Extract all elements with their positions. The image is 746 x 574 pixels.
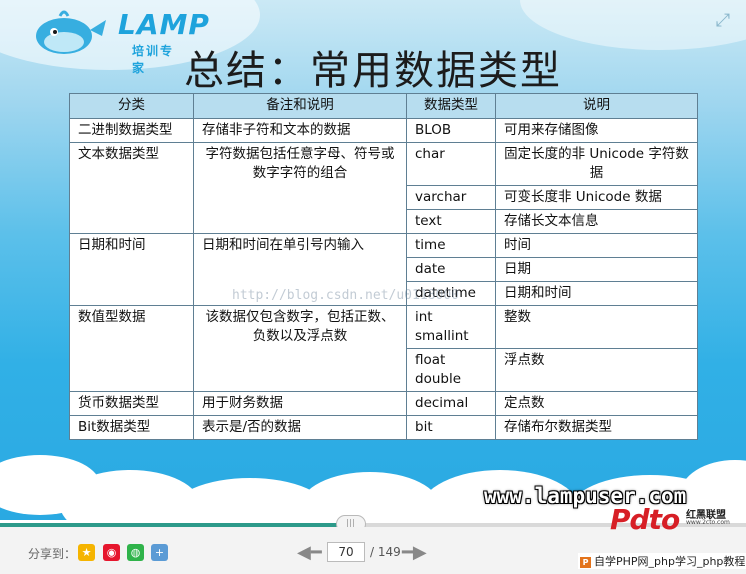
type-cell: time [406, 233, 496, 258]
column-header: 说明 [495, 93, 698, 119]
qzone-icon[interactable]: ★ [78, 544, 95, 561]
type-cell: char [406, 142, 496, 186]
type-cell: text [406, 209, 496, 234]
type-cell: varchar [406, 185, 496, 210]
desc-cell: 整数 [495, 305, 698, 349]
table-row: 货币数据类型 用于财务数据 decimal 定点数 [69, 391, 698, 416]
desc-cell: 存储布尔数据类型 [495, 415, 698, 440]
note-cell: 字符数据包括任意字母、符号或数字字符的组合 [193, 142, 407, 234]
desc-cell: 日期 [495, 257, 698, 282]
weibo-icon[interactable]: ◉ [103, 544, 120, 561]
brand-link[interactable]: P 自学PHP网_php学习_php教程 [578, 553, 746, 569]
desc-cell: 可用来存储图像 [495, 118, 698, 143]
type-cell: bit [406, 415, 496, 440]
fullscreen-icon[interactable]: ⤢ [712, 10, 734, 32]
share-label: 分享到： [28, 547, 77, 561]
desc-cell: 日期和时间 [495, 281, 698, 306]
previous-page-icon[interactable]: ◀━ [297, 542, 322, 563]
type-cell: decimal [406, 391, 496, 416]
category-cell: 文本数据类型 [69, 142, 194, 234]
type-cell: float double [406, 348, 496, 392]
php-icon: P [580, 557, 591, 568]
slide-title: 总结：常用数据类型 [184, 48, 562, 94]
next-page-icon[interactable]: ━▶ [402, 542, 427, 563]
data-types-table: 分类 备注和说明 数据类型 说明 二进制数据类型 存储非子符和文本的数据 BLO… [69, 93, 698, 440]
table-row: 二进制数据类型 存储非子符和文本的数据 BLOB 可用来存储图像 [69, 118, 698, 143]
category-cell: Bit数据类型 [69, 415, 194, 440]
cloud-decoration [300, 472, 440, 520]
category-cell: 日期和时间 [69, 233, 194, 306]
desc-cell: 时间 [495, 233, 698, 258]
table-row: 文本数据类型 字符数据包括任意字母、符号或数字字符的组合 char 固定长度的非… [69, 142, 698, 234]
brand-sub: www.2cto.com [686, 519, 730, 526]
column-header: 备注和说明 [193, 93, 407, 119]
type-cell: int smallint [406, 305, 496, 349]
column-header: 分类 [69, 93, 194, 119]
desc-cell: 浮点数 [495, 348, 698, 392]
table-header-row: 分类 备注和说明 数据类型 说明 [69, 93, 698, 119]
note-cell: 日期和时间在单引号内输入 [193, 233, 407, 306]
category-cell: 二进制数据类型 [69, 118, 194, 143]
brand-logo: Pdto [610, 503, 680, 536]
category-cell: 货币数据类型 [69, 391, 194, 416]
logo-wordmark: LAMP [118, 8, 210, 41]
table-row: 数值型数据 该数据仅包含数字，包括正数、负数以及浮点数 int smallint… [69, 305, 698, 392]
table-row: 日期和时间 日期和时间在单引号内输入 time 时间 [69, 233, 698, 306]
note-cell: 该数据仅包含数字，包括正数、负数以及浮点数 [193, 305, 407, 392]
desc-cell: 定点数 [495, 391, 698, 416]
page-number-input[interactable] [327, 542, 365, 562]
note-cell: 用于财务数据 [193, 391, 407, 416]
type-cell: datetime [406, 281, 496, 306]
type-cell: BLOB [406, 118, 496, 143]
wechat-icon[interactable]: ◍ [127, 544, 144, 561]
note-cell: 存储非子符和文本的数据 [193, 118, 407, 143]
desc-cell: 可变长度非 Unicode 数据 [495, 185, 698, 210]
table-row: Bit数据类型 表示是/否的数据 bit 存储布尔数据类型 [69, 415, 698, 440]
slide: LAMP 培训专家 ⤢ 总结：常用数据类型 分类 备注和说明 数据类型 说明 二… [0, 0, 746, 520]
brand-link-label: 自学PHP网_php学习_php教程 [594, 555, 746, 568]
category-cell: 数值型数据 [69, 305, 194, 392]
desc-cell: 固定长度的非 Unicode 字符数据 [495, 142, 698, 186]
column-header: 数据类型 [406, 93, 496, 119]
plus-icon[interactable]: + [151, 544, 168, 561]
desc-cell: 存储长文本信息 [495, 209, 698, 234]
type-cell: date [406, 257, 496, 282]
page-total: / 149 [370, 545, 401, 559]
note-cell: 表示是/否的数据 [193, 415, 407, 440]
